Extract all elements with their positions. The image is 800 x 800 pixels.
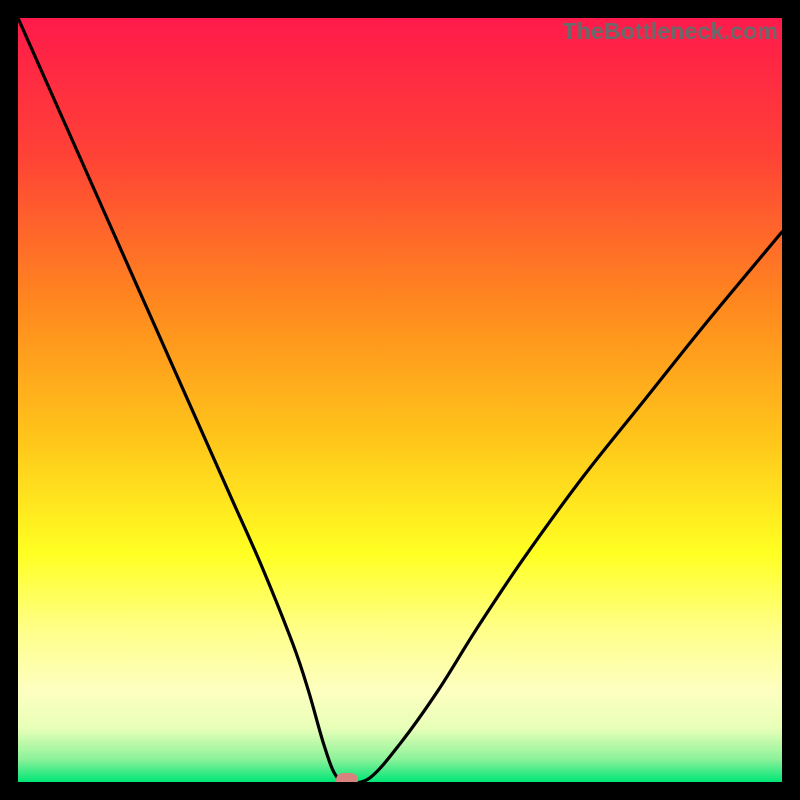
bottleneck-curve xyxy=(18,18,782,782)
chart-frame: TheBottleneck.com xyxy=(0,0,800,800)
watermark-text: TheBottleneck.com xyxy=(562,18,778,45)
optimal-point-marker xyxy=(336,773,358,782)
plot-area: TheBottleneck.com xyxy=(18,18,782,782)
